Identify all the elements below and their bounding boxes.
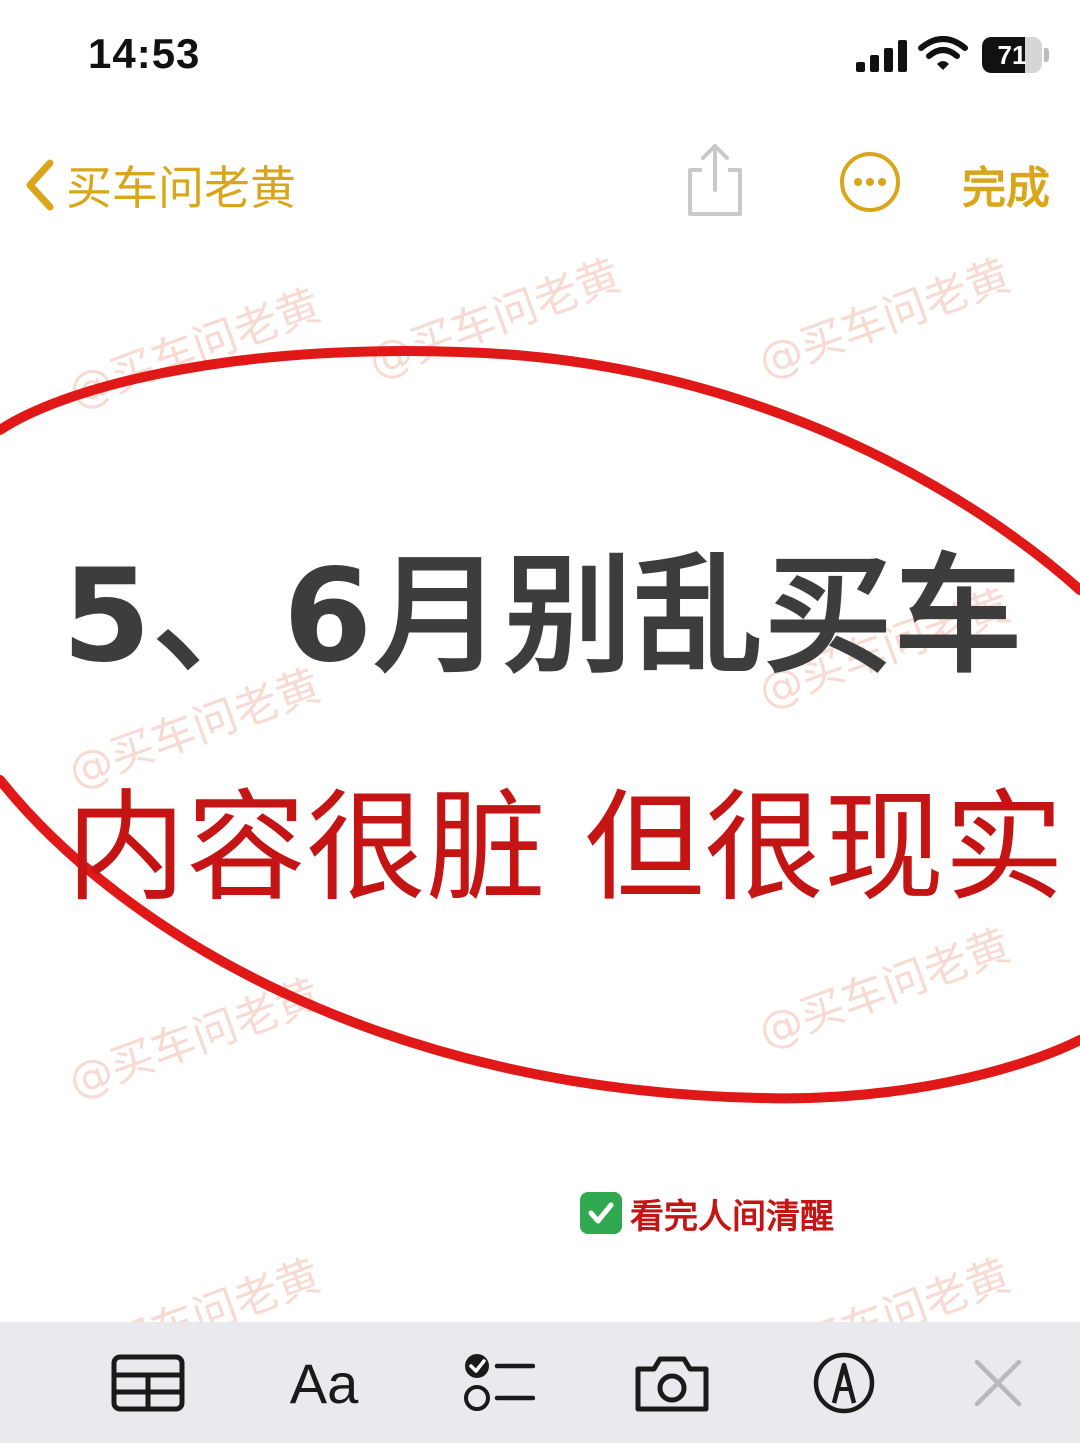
note-tag: 看完人间清醒: [580, 1188, 834, 1238]
note-headline: 5、6月别乱买车: [62, 542, 1025, 691]
back-label: 买车问老黄: [66, 161, 296, 215]
share-icon[interactable]: [684, 142, 746, 218]
back-button[interactable]: 买车问老黄: [20, 150, 296, 220]
bottom-toolbar: Aa: [0, 1322, 1080, 1443]
checklist-button[interactable]: [460, 1350, 536, 1416]
status-bar: 14:53 71: [0, 0, 1080, 110]
check-mark-icon: [580, 1192, 622, 1234]
table-icon: [111, 1354, 185, 1412]
done-button[interactable]: 完成: [962, 152, 1050, 216]
text-format-icon: Aa: [289, 1351, 359, 1415]
table-button[interactable]: [110, 1350, 186, 1416]
more-icon[interactable]: [838, 150, 902, 214]
note-subheadline: 内容很脏 但很现实: [66, 779, 1065, 918]
text-format-button[interactable]: Aa: [286, 1350, 362, 1416]
battery-icon: 71: [982, 37, 1052, 73]
battery-level: 71: [997, 40, 1027, 70]
chevron-left-icon: [26, 159, 54, 211]
close-icon: [974, 1359, 1022, 1407]
signal-icon: [856, 40, 907, 72]
camera-icon: [635, 1356, 709, 1412]
wifi-icon: [918, 36, 968, 70]
markup-button[interactable]: [806, 1350, 882, 1416]
checklist-icon: [464, 1354, 535, 1411]
camera-button[interactable]: [634, 1350, 710, 1416]
close-button[interactable]: [960, 1350, 1036, 1416]
status-time: 14:53: [88, 30, 201, 77]
markup-icon: [813, 1352, 875, 1414]
nav-bar: 买车问老黄 完成: [0, 130, 1080, 240]
note-tag-text: 看完人间清醒: [630, 1196, 834, 1237]
highlight-ellipse: [0, 346, 1080, 1104]
